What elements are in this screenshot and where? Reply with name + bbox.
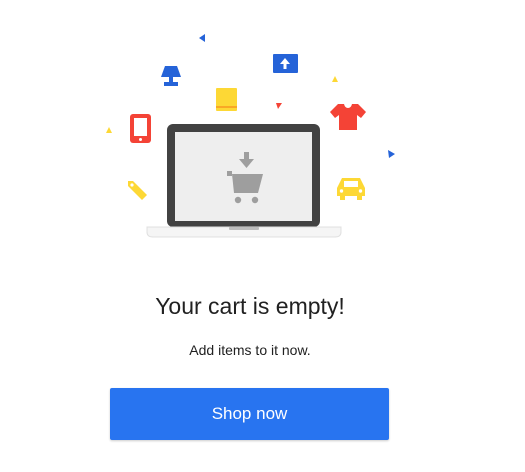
- tshirt-icon: [330, 104, 366, 130]
- empty-cart-illustration: [100, 28, 410, 243]
- book-icon: [216, 88, 237, 111]
- empty-cart-title: Your cart is empty!: [155, 293, 345, 319]
- car-icon: [337, 178, 365, 200]
- tv-icon: [273, 54, 298, 73]
- smartphone-icon: [130, 114, 151, 143]
- shop-now-button[interactable]: Shop now: [110, 388, 389, 440]
- lamp-icon: [161, 66, 181, 86]
- tag-icon: [128, 181, 147, 200]
- empty-cart-subtitle: Add items to it now.: [189, 342, 311, 358]
